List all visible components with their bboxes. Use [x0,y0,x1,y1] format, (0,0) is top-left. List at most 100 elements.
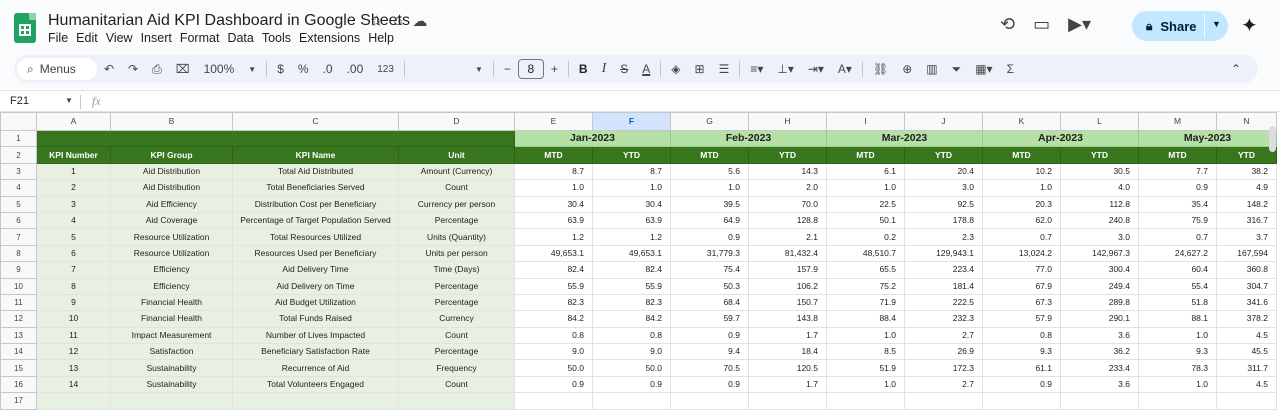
mtd-value-cell[interactable]: 64.9 [670,211,749,230]
ytd-value-cell[interactable]: 178.8 [904,211,983,230]
ytd-value-cell[interactable]: 14.3 [748,162,827,181]
kpi-group-cell[interactable]: Financial Health [110,293,233,312]
unit-cell[interactable]: Count [398,179,515,197]
decrease-decimal-button[interactable]: .0 [316,62,340,76]
ytd-header[interactable]: YTD [748,146,827,164]
unit-cell[interactable]: Time (Days) [398,261,515,279]
ytd-value-cell[interactable]: 143.8 [748,310,827,328]
ytd-value-cell[interactable]: 378.2 [1216,310,1277,328]
unit-cell[interactable]: Units per person [398,244,515,263]
month-header[interactable]: May-2023 [1138,129,1277,148]
ytd-value-cell[interactable]: 1.0 [592,179,671,197]
kpi-number-header[interactable]: KPI Number [36,146,111,164]
empty-cell[interactable] [1216,392,1277,410]
mtd-value-cell[interactable]: 39.5 [670,195,749,213]
unit-cell[interactable]: Currency per person [398,195,515,213]
empty-cell[interactable] [110,392,233,410]
mtd-value-cell[interactable]: 9.4 [670,343,749,361]
ytd-value-cell[interactable]: 4.5 [1216,375,1277,394]
column-header-e[interactable]: E [514,112,593,131]
kpi-number-cell[interactable]: 13 [36,359,111,377]
column-header-i[interactable]: I [826,112,905,131]
unit-cell[interactable]: Amount (Currency) [398,162,515,181]
mtd-value-cell[interactable]: 57.9 [982,310,1061,328]
month-header[interactable]: Mar-2023 [826,129,983,148]
mtd-value-cell[interactable]: 9.3 [1138,343,1217,361]
ytd-value-cell[interactable]: 8.7 [592,162,671,181]
ytd-value-cell[interactable]: 2.7 [904,326,983,345]
column-header-n[interactable]: N [1216,112,1277,131]
row-header[interactable]: 8 [0,244,37,263]
ytd-value-cell[interactable]: 240.8 [1060,211,1139,230]
unit-cell[interactable]: Currency [398,310,515,328]
insert-link-icon[interactable]: ⛓ [866,62,895,76]
menu-help[interactable]: Help [368,31,400,45]
kpi-number-cell[interactable]: 11 [36,326,111,345]
select-all-corner[interactable] [0,112,37,131]
ytd-value-cell[interactable]: 2.3 [904,228,983,246]
kpi-number-cell[interactable]: 12 [36,343,111,361]
kpi-number-cell[interactable]: 4 [36,211,111,230]
row-header[interactable]: 12 [0,310,37,328]
star-icon[interactable]: ☆ [370,12,383,30]
mtd-value-cell[interactable]: 1.0 [514,179,593,197]
move-folder-icon[interactable]: ⌂ [393,12,402,30]
comments-icon[interactable]: ▭ [1033,14,1050,35]
empty-cell[interactable] [670,392,749,410]
ytd-value-cell[interactable]: 129,943.1 [904,244,983,263]
empty-cell[interactable] [398,392,515,410]
mtd-value-cell[interactable]: 63.9 [514,211,593,230]
unit-cell[interactable]: Count [398,326,515,345]
mtd-value-cell[interactable]: 88.4 [826,310,905,328]
name-box-dropdown-icon[interactable]: ▼ [65,96,73,105]
ytd-value-cell[interactable]: 223.4 [904,261,983,279]
column-header-b[interactable]: B [110,112,233,131]
column-header-f[interactable]: F [592,112,671,131]
ytd-value-cell[interactable]: 36.2 [1060,343,1139,361]
menu-view[interactable]: View [106,31,139,45]
mtd-value-cell[interactable]: 70.5 [670,359,749,377]
ytd-value-cell[interactable]: 311.7 [1216,359,1277,377]
mtd-value-cell[interactable]: 31,779.3 [670,244,749,263]
menu-file[interactable]: File [48,31,74,45]
row-header[interactable]: 3 [0,162,37,181]
row-header[interactable]: 15 [0,359,37,377]
row-header[interactable]: 16 [0,375,37,394]
mtd-value-cell[interactable]: 61.1 [982,359,1061,377]
mtd-value-cell[interactable]: 8.5 [826,343,905,361]
kpi-group-header[interactable]: KPI Group [110,146,233,164]
mtd-value-cell[interactable]: 49,653.1 [514,244,593,263]
kpi-number-cell[interactable]: 14 [36,375,111,394]
kpi-group-cell[interactable]: Satisfaction [110,343,233,361]
ytd-value-cell[interactable]: 232.3 [904,310,983,328]
mtd-value-cell[interactable]: 75.9 [1138,211,1217,230]
kpi-group-cell[interactable]: Aid Efficiency [110,195,233,213]
column-header-g[interactable]: G [670,112,749,131]
meet-video-icon[interactable]: ▶▾ [1068,14,1091,35]
kpi-group-cell[interactable]: Impact Measurement [110,326,233,345]
menu-insert[interactable]: Insert [141,31,178,45]
ytd-value-cell[interactable]: 9.0 [592,343,671,361]
kpi-number-cell[interactable]: 9 [36,293,111,312]
kpi-name-cell[interactable]: Total Beneficiaries Served [232,179,399,197]
ytd-value-cell[interactable]: 3.6 [1060,326,1139,345]
empty-cell[interactable] [982,392,1061,410]
ytd-value-cell[interactable]: 172.3 [904,359,983,377]
font-size-input[interactable]: 8 [517,59,544,79]
mtd-value-cell[interactable]: 1.0 [1138,375,1217,394]
document-title[interactable]: Humanitarian Aid KPI Dashboard in Google… [48,12,410,30]
ytd-value-cell[interactable]: 92.5 [904,195,983,213]
mtd-value-cell[interactable]: 20.3 [982,195,1061,213]
ytd-value-cell[interactable]: 1.2 [592,228,671,246]
mtd-value-cell[interactable]: 0.9 [670,375,749,394]
mtd-value-cell[interactable]: 60.4 [1138,261,1217,279]
borders-icon[interactable]: ⊞ [688,62,712,76]
column-header-l[interactable]: L [1060,112,1139,131]
ytd-value-cell[interactable]: 45.5 [1216,343,1277,361]
mtd-value-cell[interactable]: 59.7 [670,310,749,328]
ytd-value-cell[interactable]: 82.3 [592,293,671,312]
kpi-name-cell[interactable]: Distribution Cost per Beneficiary [232,195,399,213]
unit-header[interactable]: Unit [398,146,515,164]
kpi-number-cell[interactable]: 7 [36,261,111,279]
ytd-value-cell[interactable]: 20.4 [904,162,983,181]
